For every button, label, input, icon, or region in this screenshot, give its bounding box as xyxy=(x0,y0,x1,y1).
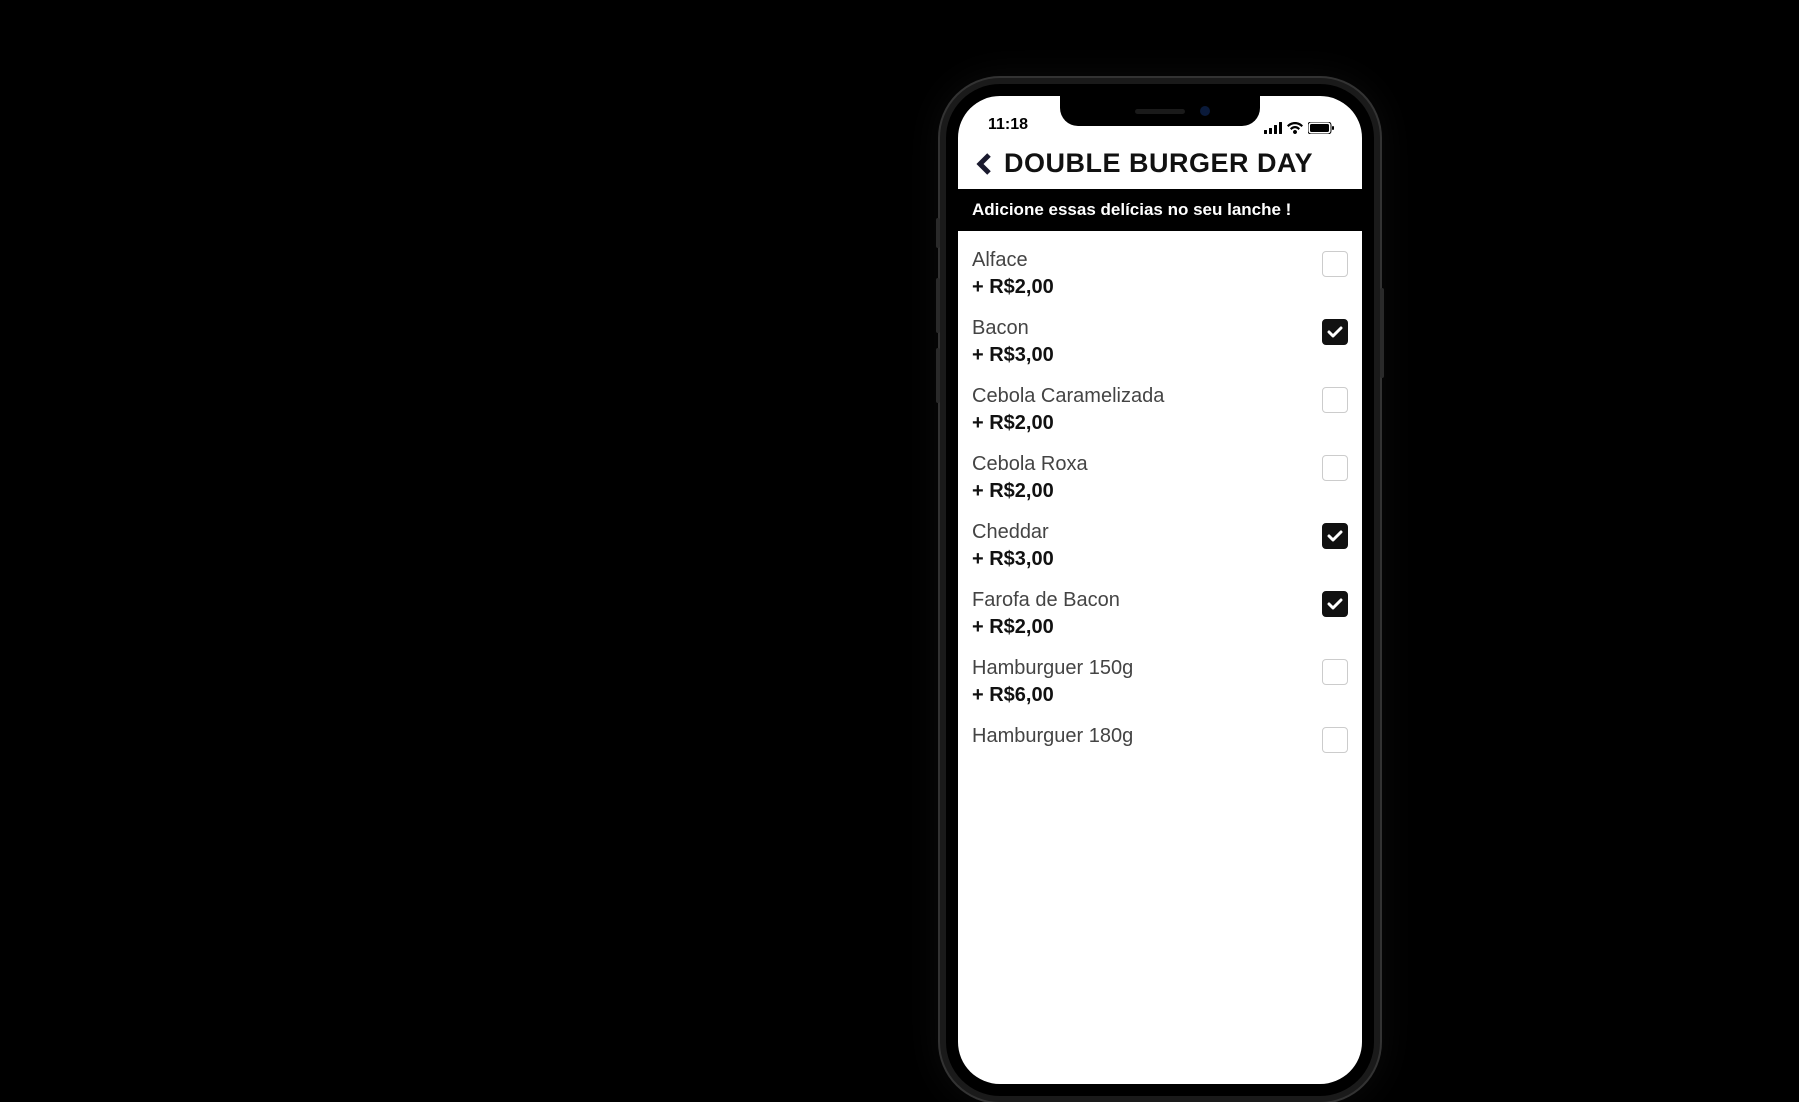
chevron-left-icon xyxy=(976,152,992,176)
section-header: Adicione essas delícias no seu lanche ! xyxy=(958,189,1362,231)
item-name: Cheddar xyxy=(972,521,1322,544)
item-checkbox[interactable] xyxy=(1322,387,1348,413)
volume-down-button xyxy=(936,348,940,403)
item-info: Alface + R$2,00 xyxy=(972,249,1322,299)
item-checkbox[interactable] xyxy=(1322,727,1348,753)
item-info: Cebola Caramelizada + R$2,00 xyxy=(972,385,1322,435)
item-name: Bacon xyxy=(972,317,1322,340)
list-item: Cebola Roxa + R$2,00 xyxy=(972,435,1348,503)
item-checkbox[interactable] xyxy=(1322,455,1348,481)
volume-up-button xyxy=(936,278,940,333)
phone-notch xyxy=(1060,96,1260,126)
item-name: Farofa de Bacon xyxy=(972,589,1322,612)
addons-list: Alface + R$2,00 Bacon + R$3,00 Cebola Carame… xyxy=(958,231,1362,753)
item-checkbox[interactable] xyxy=(1322,591,1348,617)
check-icon xyxy=(1327,596,1343,612)
notch-speaker xyxy=(1135,109,1185,114)
item-checkbox[interactable] xyxy=(1322,319,1348,345)
phone-screen: 11:18 xyxy=(958,96,1362,1084)
item-name: Cebola Roxa xyxy=(972,453,1322,476)
power-button xyxy=(1380,288,1384,378)
list-item: Hamburguer 180g xyxy=(972,707,1348,753)
item-name: Hamburguer 180g xyxy=(972,725,1322,748)
item-checkbox[interactable] xyxy=(1322,251,1348,277)
item-price: + R$2,00 xyxy=(972,616,1322,639)
list-item: Cebola Caramelizada + R$2,00 xyxy=(972,367,1348,435)
cellular-signal-icon xyxy=(1264,122,1282,134)
back-button[interactable] xyxy=(972,150,996,178)
app-header: DOUBLE BURGER DAY xyxy=(958,136,1362,189)
phone-inner: 11:18 xyxy=(946,84,1374,1096)
list-item: Cheddar + R$3,00 xyxy=(972,503,1348,571)
item-price: + R$2,00 xyxy=(972,412,1322,435)
item-checkbox[interactable] xyxy=(1322,523,1348,549)
list-item: Farofa de Bacon + R$2,00 xyxy=(972,571,1348,639)
item-price: + R$6,00 xyxy=(972,684,1322,707)
item-price: + R$2,00 xyxy=(972,480,1322,503)
item-checkbox[interactable] xyxy=(1322,659,1348,685)
check-icon xyxy=(1327,324,1343,340)
page-title: DOUBLE BURGER DAY xyxy=(1004,148,1313,179)
list-item: Hamburguer 150g + R$6,00 xyxy=(972,639,1348,707)
mute-switch xyxy=(936,218,940,248)
check-icon xyxy=(1327,528,1343,544)
status-icons xyxy=(1264,122,1334,134)
item-name: Cebola Caramelizada xyxy=(972,385,1322,408)
item-info: Cebola Roxa + R$2,00 xyxy=(972,453,1322,503)
item-price: + R$3,00 xyxy=(972,548,1322,571)
item-name: Alface xyxy=(972,249,1322,272)
list-item: Alface + R$2,00 xyxy=(972,231,1348,299)
item-info: Bacon + R$3,00 xyxy=(972,317,1322,367)
phone-frame: 11:18 xyxy=(940,78,1380,1102)
item-info: Farofa de Bacon + R$2,00 xyxy=(972,589,1322,639)
item-info: Hamburguer 150g + R$6,00 xyxy=(972,657,1322,707)
item-price: + R$3,00 xyxy=(972,344,1322,367)
battery-icon xyxy=(1308,122,1334,134)
item-name: Hamburguer 150g xyxy=(972,657,1322,680)
notch-camera xyxy=(1200,106,1210,116)
status-time: 11:18 xyxy=(988,116,1028,134)
item-info: Hamburguer 180g xyxy=(972,725,1322,752)
wifi-icon xyxy=(1287,122,1303,134)
item-info: Cheddar + R$3,00 xyxy=(972,521,1322,571)
item-price: + R$2,00 xyxy=(972,276,1322,299)
list-item: Bacon + R$3,00 xyxy=(972,299,1348,367)
